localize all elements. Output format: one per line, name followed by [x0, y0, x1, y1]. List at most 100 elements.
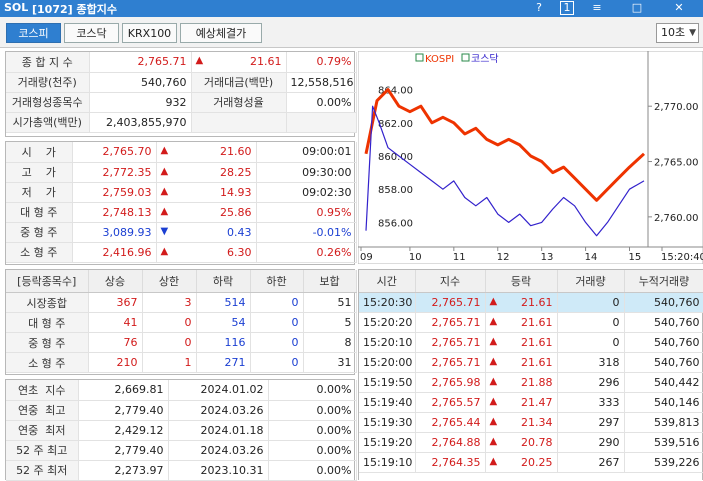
up-arrow-icon: ▲ [160, 245, 169, 257]
tab-krx100[interactable]: KRX100 [122, 23, 177, 43]
help-button[interactable]: ? [532, 1, 546, 15]
menu-icon[interactable]: ≡ [590, 1, 604, 15]
yearly-value: 2,273.97 [78, 460, 169, 481]
breadth-cell: 76 [88, 332, 143, 353]
price-change: ▲ 21.60 [156, 142, 257, 163]
tick-time: 15:19:30 [359, 412, 416, 433]
tick-row[interactable]: 15:19:40 2,765.57 ▲ 21.47 333 540,146 [359, 392, 703, 413]
tick-change: ▲ 21.61 [485, 312, 558, 333]
tick-row[interactable]: 15:20:10 2,765.71 ▲ 21.61 0 540,760 [359, 332, 703, 353]
right-axis-tick-label: 2,760.00 [654, 213, 699, 224]
yearly-date: 2024.03.26 [168, 400, 269, 421]
breadth-cell: 271 [196, 352, 251, 373]
tick-change: ▲ 21.61 [485, 332, 558, 353]
title-bar: SOL [1072] 종합지수 ? 1 ≡ □ ✕ [0, 0, 703, 17]
price-label: 저 가 [6, 182, 73, 203]
price-change-value: 14.93 [220, 185, 252, 199]
tick-row[interactable]: 15:19:50 2,765.98 ▲ 21.88 296 540,442 [359, 372, 703, 393]
interval-value: 10초 [661, 26, 686, 39]
yearly-label: 연초 지수 [6, 380, 79, 401]
legend-kosdaq: 코스닥 [471, 53, 499, 65]
legend-kospi-marker [415, 53, 424, 62]
traded-issues-value: 932 [89, 92, 192, 113]
ticks-header[interactable]: 거래량 [557, 270, 625, 293]
tick-change-value: 21.61 [521, 336, 553, 349]
chevron-down-icon: ▼ [689, 28, 696, 38]
tab-kospi[interactable]: 코스피 [6, 23, 61, 43]
yearly-value: 2,779.40 [78, 440, 169, 461]
breadth-header[interactable]: [등락종목수] [6, 270, 89, 293]
tick-row[interactable]: 15:20:30 2,765.71 ▲ 21.61 0 540,760 [359, 292, 703, 313]
volume-value: 540,760 [89, 72, 192, 93]
x-axis-tick-label: 13 [541, 252, 554, 263]
breadth-cell: 54 [196, 312, 251, 333]
up-arrow-icon: ▲ [160, 185, 169, 197]
composite-index-label: 종 합 지 수 [6, 52, 90, 73]
breadth-cell: 367 [88, 292, 143, 313]
breadth-row: 중 형 주 76 0 116 0 8 [6, 332, 357, 353]
x-axis-tick-label: 09 [360, 252, 373, 263]
ticks-header[interactable]: 등락 [485, 270, 558, 293]
breadth-panel: [등락종목수] 상승 상한 하락 하한 보합 시장종합 367 3 514 0 51 대 형 주 41 0… [5, 269, 357, 375]
maximize-icon[interactable]: □ [630, 1, 644, 15]
legend-kosdaq-marker [461, 53, 470, 62]
breadth-header[interactable]: 상한 [142, 270, 197, 293]
yearly-pct: 0.00% [268, 460, 357, 481]
tick-row[interactable]: 15:19:30 2,765.44 ▲ 21.34 297 539,813 [359, 412, 703, 433]
ticks-header[interactable]: 시간 [359, 270, 416, 293]
breadth-header[interactable]: 보합 [303, 270, 357, 293]
tick-cumulative: 540,442 [624, 372, 703, 393]
turnover-value: 12,558,516 [286, 72, 357, 93]
chart-canvas: KOSPI 코스닥 864.00862.00860.00858.00856.00… [357, 50, 703, 265]
tick-cumulative: 539,813 [624, 412, 703, 433]
breadth-cell: 41 [88, 312, 143, 333]
breadth-label: 소 형 주 [6, 352, 89, 373]
price-label: 소 형 주 [6, 242, 73, 263]
up-arrow-icon: ▲ [489, 436, 498, 447]
ticks-header[interactable]: 누적거래량 [624, 270, 703, 293]
yearly-panel: 연초 지수 2,669.81 2024.01.02 0.00% 연중 최고 2,779.4… [5, 379, 357, 481]
breadth-cell: 0 [250, 332, 304, 353]
close-icon[interactable]: ✕ [672, 1, 686, 15]
tick-volume: 290 [557, 432, 625, 453]
up-arrow-icon: ▲ [489, 336, 498, 347]
x-axis-tick-label: 15:20:40 [661, 252, 703, 263]
yearly-pct: 0.00% [268, 420, 357, 441]
up-arrow-icon: ▲ [489, 296, 498, 307]
x-axis-tick-label: 11 [453, 252, 466, 263]
x-axis-tick-label: 12 [497, 252, 510, 263]
screen-number-button[interactable]: 1 [560, 1, 574, 15]
trade-ratio-value: 0.00% [286, 92, 357, 113]
tick-change-value: 20.25 [521, 456, 553, 469]
breadth-cell: 31 [303, 352, 357, 373]
breadth-header[interactable]: 하한 [250, 270, 304, 293]
tick-index: 2,765.71 [415, 312, 486, 333]
turnover-label: 거래대금(백만) [191, 72, 287, 93]
tick-row[interactable]: 15:19:20 2,764.88 ▲ 20.78 290 539,516 [359, 432, 703, 453]
tab-kosdaq[interactable]: 코스닥 [64, 23, 119, 43]
breadth-header[interactable]: 상승 [88, 270, 143, 293]
yearly-value: 2,429.12 [78, 420, 169, 441]
tick-cumulative: 540,760 [624, 292, 703, 313]
intraday-chart[interactable]: KOSPI 코스닥 864.00 862.00 860.00 858.00 856.00… [357, 50, 703, 265]
tick-row[interactable]: 15:20:20 2,765.71 ▲ 21.61 0 540,760 [359, 312, 703, 333]
tick-row[interactable]: 15:20:00 2,765.71 ▲ 21.61 318 540,760 [359, 352, 703, 373]
ticks-header[interactable]: 지수 [415, 270, 486, 293]
down-arrow-icon: ▼ [160, 225, 169, 237]
breadth-cell: 0 [142, 312, 197, 333]
up-arrow-icon: ▲ [489, 316, 498, 327]
x-axis-tick-label: 15 [629, 252, 642, 263]
price-row: 대 형 주 2,748.13 ▲ 25.86 0.95% [6, 202, 357, 223]
price-extra: 09:02:30 [256, 182, 357, 203]
window-title: [1072] 종합지수 [32, 3, 117, 16]
yearly-row: 연중 최저 2,429.12 2024.01.18 0.00% [6, 420, 357, 441]
interval-select[interactable]: 10초 ▼ [656, 23, 699, 43]
price-row: 고 가 2,772.35 ▲ 28.25 09:30:00 [6, 162, 357, 183]
breadth-header[interactable]: 하락 [196, 270, 251, 293]
price-label: 고 가 [6, 162, 73, 183]
yearly-label: 52 주 최고 [6, 440, 79, 461]
tick-row[interactable]: 15:19:10 2,764.35 ▲ 20.25 267 539,226 [359, 452, 703, 473]
tab-expected-price[interactable]: 예상체결가 [180, 23, 262, 43]
yearly-date: 2024.03.26 [168, 440, 269, 461]
trade-ratio-label: 거래형성율 [191, 92, 287, 113]
